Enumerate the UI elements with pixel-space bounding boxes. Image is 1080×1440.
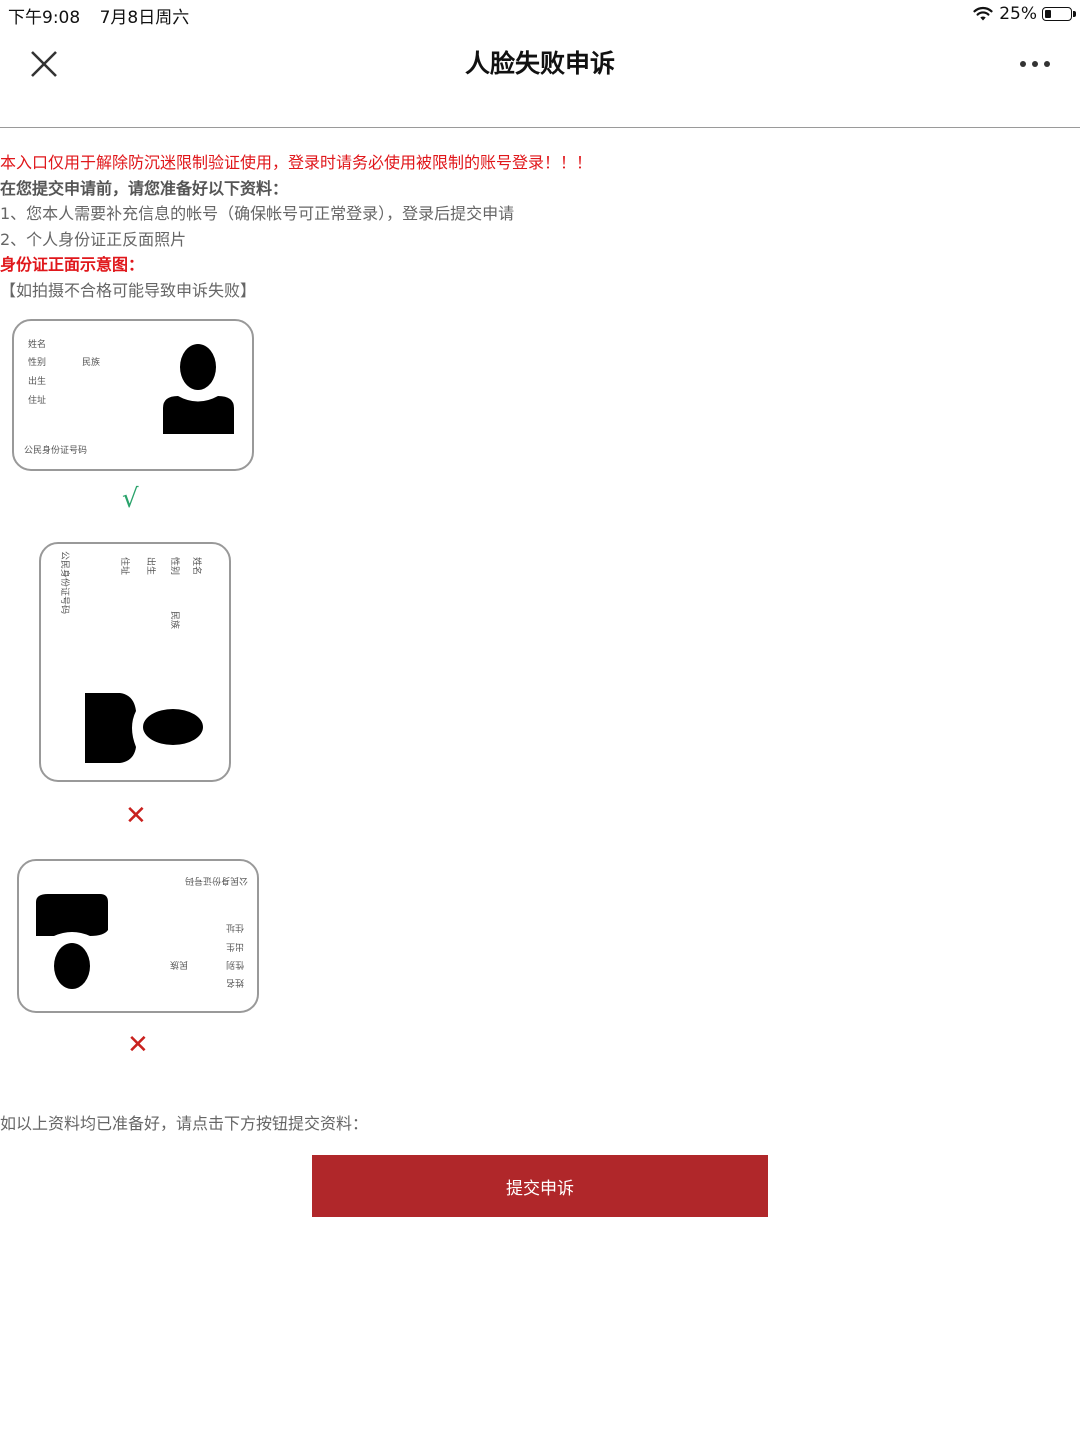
- portrait2-body: [85, 693, 136, 763]
- status-left: 下午9:08 7月8日周六: [8, 3, 189, 28]
- status-date: 7月8日周六: [99, 8, 190, 28]
- prep-item-1: 1、您本人需要补充信息的帐号（确保帐号可正常登录），登录后提交申请: [0, 204, 515, 223]
- submit-appeal-button[interactable]: 提交申诉: [312, 1155, 768, 1217]
- portrait-body: [163, 396, 234, 434]
- warning-text: 本入口仅用于解除防沉迷限制验证使用，登录时请务必使用被限制的账号登录！！！: [0, 153, 593, 172]
- card3-field-address: 住址: [226, 922, 244, 934]
- portrait2-head: [143, 709, 203, 745]
- portrait3-head: [54, 943, 90, 989]
- card2-field-birth: 出生: [145, 557, 157, 575]
- card-field-birth: 出生: [28, 375, 46, 387]
- more-icon: [1020, 61, 1050, 67]
- wifi-icon: [973, 6, 993, 21]
- more-button[interactable]: [1018, 54, 1052, 74]
- submit-instruction: 如以上资料均已准备好，请点击下方按钮提交资料：: [0, 1114, 369, 1133]
- portrait-head: [180, 344, 216, 390]
- battery-icon: [1042, 7, 1076, 21]
- battery-percent: 25%: [999, 4, 1037, 24]
- card3-id-number-label: 公民身份证号码: [185, 875, 248, 887]
- portrait3-body: [36, 894, 108, 936]
- card-field-gender: 性别: [28, 356, 46, 368]
- nav-bar: 人脸失败申诉: [0, 28, 1080, 128]
- card2-field-gender: 性别: [169, 557, 181, 575]
- wrong-mark-1: ✕: [125, 801, 147, 831]
- card-id-number-label: 公民身份证号码: [24, 444, 87, 456]
- intro-section: 本入口仅用于解除防沉迷限制验证使用，登录时请务必使用被限制的账号登录！！！ 在您…: [0, 150, 1080, 303]
- status-time: 下午9:08: [8, 8, 81, 28]
- id-card-sample-upside-down: 姓名 性别 出生 住址 民族 公民身份证号码: [17, 859, 259, 1013]
- status-bar: 下午9:08 7月8日周六 25%: [0, 0, 1080, 28]
- card2-field-ethnicity: 民族: [169, 611, 181, 629]
- battery-fill: [1045, 10, 1051, 18]
- sample-heading: 身份证正面示意图：: [0, 255, 145, 274]
- id-card-sample-correct: 姓名 性别 出生 住址 民族 公民身份证号码: [12, 319, 254, 471]
- card3-field-gender: 性别: [226, 959, 244, 971]
- card3-field-name: 姓名: [226, 977, 244, 989]
- status-right: 25%: [973, 3, 1076, 25]
- sample-note: 【如拍摄不合格可能导致申诉失败】: [0, 280, 257, 300]
- id-card-sample-rotated: 姓名 性别 出生 住址 民族 公民身份证号码: [39, 542, 231, 782]
- card3-field-ethnicity: 民族: [170, 959, 188, 971]
- card-field-ethnicity: 民族: [82, 356, 100, 368]
- card2-field-address: 住址: [119, 557, 131, 575]
- page-title: 人脸失败申诉: [464, 49, 615, 78]
- correct-mark: √: [122, 484, 139, 514]
- card-field-name: 姓名: [28, 338, 46, 350]
- card-field-address: 住址: [28, 394, 46, 406]
- battery-nub: [1073, 11, 1076, 17]
- card2-field-name: 姓名: [191, 557, 203, 575]
- prep-heading: 在您提交申请前，请您准备好以下资料：: [0, 178, 289, 198]
- card3-field-birth: 出生: [226, 941, 244, 953]
- wrong-mark-2: ✕: [127, 1030, 149, 1060]
- prep-item-2: 2、个人身份证正反面照片: [0, 229, 187, 249]
- card2-id-number-label: 公民身份证号码: [59, 551, 71, 614]
